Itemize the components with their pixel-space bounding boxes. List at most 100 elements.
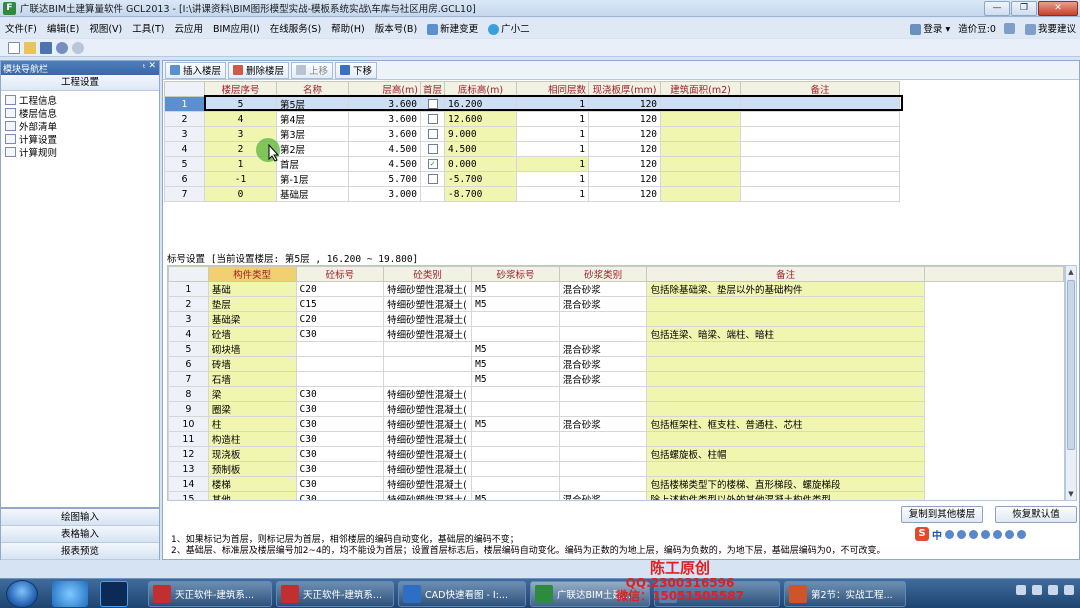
menu-tools[interactable]: 工具(T): [127, 21, 169, 35]
floor-name-cell[interactable]: 第3层: [276, 126, 349, 142]
suggest-button[interactable]: 我要建议: [1024, 21, 1076, 35]
menu-bim[interactable]: BIM应用(I): [208, 21, 265, 35]
mark-note-cell[interactable]: 包括除基础梁、垫层以外的基础构件: [646, 281, 925, 297]
menu-assistant[interactable]: 广小二: [483, 21, 535, 35]
component-type-cell[interactable]: 砖墙: [207, 356, 297, 372]
task-cad-viewer[interactable]: CAD快速看图 - I:...: [398, 581, 526, 607]
mark-note-cell[interactable]: [646, 401, 925, 417]
mortar-grade-cell[interactable]: [471, 326, 560, 342]
concrete-grade-cell[interactable]: [295, 356, 385, 372]
concrete-category-cell[interactable]: 特细砂塑性混凝土(: [383, 461, 473, 477]
concrete-grade-cell[interactable]: C20: [295, 311, 385, 327]
slab-thickness-cell[interactable]: 120: [588, 141, 662, 157]
base-elevation-cell[interactable]: 9.000: [444, 126, 518, 142]
sogou-ime-icon[interactable]: S: [915, 527, 929, 541]
floor-name-cell[interactable]: 第2层: [276, 141, 349, 157]
punctuation-icon[interactable]: [945, 529, 954, 539]
concrete-grade-cell[interactable]: C30: [295, 416, 385, 432]
first-floor-cell[interactable]: [419, 141, 446, 157]
tray-icon[interactable]: [1032, 585, 1042, 595]
base-elevation-cell[interactable]: 4.500: [444, 141, 518, 157]
mark-table-row[interactable]: 11 构造柱 C30 特细砂塑性混凝土(: [168, 431, 1064, 447]
floor-note-cell[interactable]: [740, 96, 901, 112]
floor-note-cell[interactable]: [740, 156, 901, 172]
slab-thickness-cell[interactable]: 120: [588, 156, 662, 172]
nav-section-project-settings[interactable]: 工程设置: [1, 75, 159, 91]
tray-icon[interactable]: [1016, 585, 1026, 595]
concrete-category-cell[interactable]: 特细砂塑性混凝土(: [383, 401, 473, 417]
mortar-grade-cell[interactable]: M5: [471, 356, 560, 372]
same-count-cell[interactable]: 1: [516, 96, 590, 112]
nav-item-floor-info[interactable]: 楼层信息: [5, 107, 159, 120]
floor-name-cell[interactable]: 第-1层: [276, 171, 349, 187]
restore-defaults-button[interactable]: 恢复默认值: [995, 506, 1077, 523]
mortar-category-cell[interactable]: [558, 476, 648, 492]
close-button[interactable]: ✕: [1038, 1, 1078, 16]
building-area-cell[interactable]: [660, 126, 742, 142]
component-type-cell[interactable]: 构造柱: [207, 431, 297, 447]
new-file-icon[interactable]: [8, 41, 20, 54]
col-building-area[interactable]: 建筑面积(m2): [660, 81, 742, 97]
mark-note-cell[interactable]: [646, 311, 925, 327]
concrete-grade-cell[interactable]: C30: [295, 326, 385, 342]
floor-seq-cell[interactable]: -1: [204, 171, 277, 187]
nav-pin-close-icon[interactable]: ₜ ✕: [143, 61, 156, 71]
concrete-category-cell[interactable]: 特细砂塑性混凝土(: [383, 326, 473, 342]
concrete-category-cell[interactable]: 特细砂塑性混凝土(: [383, 416, 473, 432]
floor-name-cell[interactable]: 首层: [276, 156, 349, 172]
microphone-icon[interactable]: [969, 529, 978, 539]
checkbox-icon[interactable]: [427, 144, 438, 154]
mark-note-cell[interactable]: 除上述构件类型以外的其他混凝土构件类型: [646, 491, 925, 500]
first-floor-cell[interactable]: [419, 111, 446, 127]
mark-table-row[interactable]: 15 其他 C30 特细砂塑性混凝土(M5 混合砂浆 除上述构件类型以外的其他混凝土构件类…: [168, 491, 1064, 500]
mortar-grade-cell[interactable]: [471, 461, 560, 477]
mark-note-cell[interactable]: [646, 296, 925, 312]
col-mark-note[interactable]: 备注: [646, 266, 925, 282]
col-floor-seq[interactable]: 楼层序号: [204, 81, 277, 97]
mark-table-row[interactable]: 13 预制板 C30 特细砂塑性混凝土(: [168, 461, 1064, 477]
base-elevation-cell[interactable]: 0.000: [444, 156, 518, 172]
floor-note-cell[interactable]: [740, 111, 901, 127]
concrete-grade-cell[interactable]: [295, 371, 385, 387]
floor-seq-cell[interactable]: 0: [204, 186, 277, 202]
first-floor-cell[interactable]: [419, 186, 446, 202]
base-elevation-cell[interactable]: -8.700: [444, 186, 518, 202]
copy-to-other-floors-button[interactable]: 复制到其他楼层: [901, 506, 983, 523]
same-count-cell[interactable]: 1: [516, 111, 590, 127]
component-type-cell[interactable]: 楼梯: [207, 476, 297, 492]
mark-table-row[interactable]: 1 基础 C20 特细砂塑性混凝土(M5 混合砂浆 包括除基础梁、垫层以外的基础构件: [168, 281, 1064, 297]
concrete-category-cell[interactable]: 特细砂塑性混凝土(: [383, 431, 473, 447]
emoji-icon[interactable]: [957, 529, 966, 539]
col-name[interactable]: 名称: [276, 81, 349, 97]
concrete-category-cell[interactable]: 特细砂塑性混凝土(: [383, 296, 473, 312]
slab-thickness-cell[interactable]: 120: [588, 111, 662, 127]
floor-note-cell[interactable]: [740, 171, 901, 187]
notification-icon[interactable]: [1003, 22, 1015, 34]
mortar-category-cell[interactable]: [558, 446, 648, 462]
concrete-grade-cell[interactable]: C30: [295, 476, 385, 492]
keyboard-icon[interactable]: [981, 529, 990, 539]
floor-note-cell[interactable]: [740, 186, 901, 202]
menu-file[interactable]: 文件(F): [0, 21, 42, 35]
mortar-grade-cell[interactable]: M5: [471, 416, 560, 432]
task-blank[interactable]: [654, 581, 780, 607]
floor-height-cell[interactable]: 3.000: [348, 186, 421, 202]
task-tangent-1[interactable]: 天正软件-建筑系...: [148, 581, 272, 607]
concrete-grade-cell[interactable]: C30: [295, 461, 385, 477]
floor-name-cell[interactable]: 第4层: [276, 111, 349, 127]
same-count-cell[interactable]: 1: [516, 156, 590, 172]
floor-height-cell[interactable]: 4.500: [348, 141, 421, 157]
floor-height-cell[interactable]: 3.600: [348, 96, 421, 112]
mark-table-row[interactable]: 10 柱 C30 特细砂塑性混凝土(M5 混合砂浆 包括框架柱、框支柱、普通柱、芯柱: [168, 416, 1064, 432]
undo-icon[interactable]: [56, 41, 68, 54]
concrete-grade-cell[interactable]: C30: [295, 446, 385, 462]
volume-icon[interactable]: [1064, 585, 1074, 595]
concrete-category-cell[interactable]: 特细砂塑性混凝土(: [383, 446, 473, 462]
nav-item-calc-rules[interactable]: 计算规则: [5, 145, 159, 159]
mark-note-cell[interactable]: 包括连梁、暗梁、端柱、暗柱: [646, 326, 925, 342]
mortar-grade-cell[interactable]: M5: [471, 371, 560, 387]
settings-icon[interactable]: [1017, 529, 1026, 539]
slab-thickness-cell[interactable]: 120: [588, 96, 662, 112]
floor-height-cell[interactable]: 3.600: [348, 126, 421, 142]
mark-table-row[interactable]: 4 砼墙 C30 特细砂塑性混凝土(包括连梁、暗梁、端柱、暗柱: [168, 326, 1064, 342]
